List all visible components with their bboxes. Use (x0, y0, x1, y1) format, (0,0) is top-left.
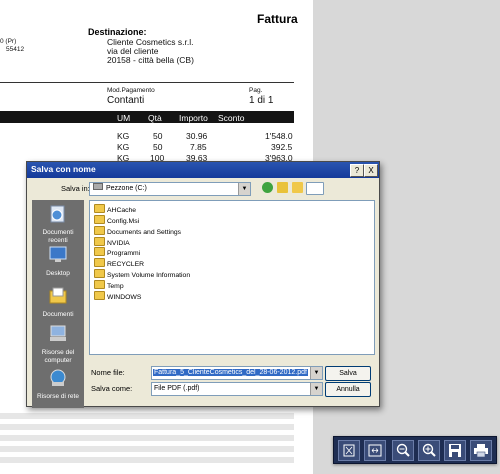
file-list[interactable]: AHCache Config.Msi Documents and Setting… (89, 200, 375, 355)
payment-value: Contanti (107, 95, 145, 106)
col-header-discount: Sconto (218, 113, 245, 123)
list-item[interactable]: Documents and Settings (94, 226, 181, 236)
save-icon[interactable] (444, 440, 466, 461)
list-item[interactable]: Temp (94, 280, 124, 290)
page-value: 1 di 1 (249, 95, 274, 106)
folder-icon (94, 215, 105, 224)
folder-icon (94, 226, 105, 235)
save-in-value: Pezzone (C:) (106, 185, 147, 192)
sender-line-2: 55412 (6, 46, 25, 53)
screen: Fattura 0 (Pr) 55412 Destinazione: Clien… (0, 0, 500, 474)
sender-line-1: 0 (Pr) (0, 38, 17, 45)
my-computer-icon (50, 325, 66, 341)
cancel-button[interactable]: Annulla (325, 382, 371, 397)
folder-icon (94, 204, 105, 213)
chevron-down-icon[interactable]: ▼ (310, 383, 322, 395)
chevron-down-icon[interactable]: ▼ (310, 367, 322, 379)
list-item[interactable]: Programmi (94, 247, 140, 257)
network-icon (50, 369, 66, 386)
place-recent-docs[interactable]: Documenti recenti (32, 204, 84, 245)
print-icon[interactable] (470, 440, 492, 461)
col-header-price: Importo (179, 113, 208, 123)
blank-row (0, 413, 294, 419)
view-menu-icon[interactable] (306, 182, 324, 195)
place-network[interactable]: Risorse di rete (32, 368, 84, 401)
save-as-type-value: File PDF (.pdf) (154, 385, 200, 392)
list-item[interactable]: Config.Msi (94, 215, 139, 225)
payment-label: Mod.Pagamento (107, 87, 155, 94)
zoom-out-icon[interactable] (392, 440, 414, 461)
zoom-in-icon[interactable] (418, 440, 440, 461)
col-header-qty: Qtà (148, 113, 162, 123)
blank-row (0, 435, 294, 441)
save-in-dropdown[interactable]: Pezzone (C:) ▼ (89, 182, 251, 196)
folder-icon (94, 269, 105, 278)
filename-value: Fattura_5_ClienteCosmetics_del_28-06-201… (153, 369, 308, 376)
desktop-icon (49, 246, 67, 262)
new-folder-icon[interactable] (292, 182, 303, 193)
invoice-title: Fattura (257, 12, 298, 26)
page-label: Pag. (249, 87, 263, 94)
close-button[interactable]: X (364, 164, 378, 177)
help-button[interactable]: ? (350, 164, 364, 177)
recent-docs-icon (50, 205, 65, 223)
fit-width-icon[interactable] (364, 440, 386, 461)
blank-row (0, 446, 294, 452)
folder-icon (94, 247, 105, 256)
folder-icon (94, 291, 105, 300)
back-icon[interactable] (262, 182, 273, 193)
filename-input[interactable]: Fattura_5_ClienteCosmetics_del_28-06-201… (151, 366, 323, 380)
folder-icon (94, 258, 105, 267)
list-item[interactable]: NVIDIA (94, 237, 130, 247)
place-documents[interactable]: Documenti (32, 286, 84, 319)
save-in-label: Salva in: (61, 184, 90, 193)
drive-icon (93, 183, 103, 190)
save-as-dialog: Salva con nome ? X Salva in: Pezzone (C:… (26, 161, 380, 408)
folder-icon (94, 237, 105, 246)
destination-label: Destinazione: (88, 27, 147, 37)
place-my-computer[interactable]: Risorse del computer (32, 324, 84, 365)
blank-row (0, 457, 294, 463)
list-item[interactable]: WINDOWS (94, 291, 141, 301)
place-desktop[interactable]: Desktop (32, 245, 84, 278)
dialog-title: Salva con nome (31, 164, 96, 174)
chevron-down-icon[interactable]: ▼ (238, 183, 250, 195)
blank-row (0, 424, 294, 430)
up-folder-icon[interactable] (277, 182, 288, 193)
dialog-titlebar[interactable]: Salva con nome ? X (27, 162, 379, 178)
save-as-type-dropdown[interactable]: File PDF (.pdf) ▼ (151, 382, 323, 396)
viewer-toolbar (333, 436, 497, 464)
divider (0, 82, 294, 83)
folder-icon (94, 280, 105, 289)
documents-icon (49, 287, 67, 304)
col-header-um: UM (117, 113, 131, 123)
save-button[interactable]: Salva (325, 366, 371, 381)
list-item[interactable]: AHCache (94, 204, 136, 214)
destination-city: 20158 - città bella (CB) (107, 55, 194, 65)
list-item[interactable]: RECYCLER (94, 258, 144, 268)
filename-label: Nome file: (91, 368, 125, 377)
fit-page-icon[interactable] (338, 440, 360, 461)
places-bar: Documenti recenti Desktop Documenti Riso… (32, 200, 84, 408)
table-header-bar (0, 111, 294, 123)
list-item[interactable]: System Volume Information (94, 269, 190, 279)
save-as-type-label: Salva come: (91, 384, 133, 393)
